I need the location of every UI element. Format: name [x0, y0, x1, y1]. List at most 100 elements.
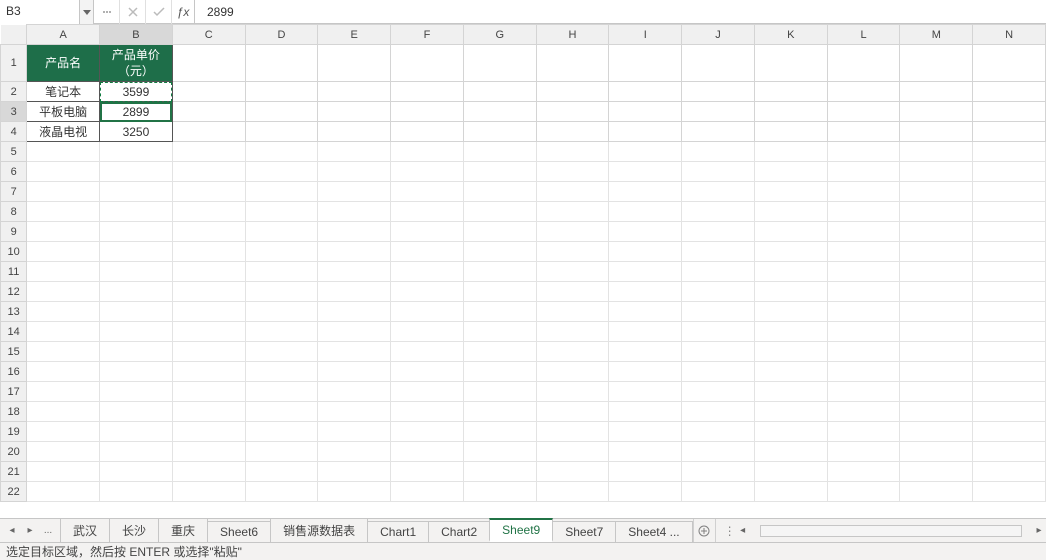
cell-L9[interactable] [827, 222, 900, 242]
cell-E12[interactable] [318, 282, 391, 302]
cell-H19[interactable] [536, 422, 609, 442]
cell-K19[interactable] [754, 422, 827, 442]
cell-E16[interactable] [318, 362, 391, 382]
cell-A5[interactable] [27, 142, 100, 162]
cell-A2[interactable]: 笔记本 [27, 82, 100, 102]
cell-B18[interactable] [100, 402, 173, 422]
cell-N12[interactable] [973, 282, 1046, 302]
cell-G17[interactable] [463, 382, 536, 402]
cell-J15[interactable] [682, 342, 755, 362]
cell-B19[interactable] [100, 422, 173, 442]
cell-G7[interactable] [463, 182, 536, 202]
row-header-20[interactable]: 20 [1, 442, 27, 462]
cell-D10[interactable] [245, 242, 318, 262]
cell-M8[interactable] [900, 202, 973, 222]
cell-A7[interactable] [27, 182, 100, 202]
col-header-I[interactable]: I [609, 25, 682, 45]
cell-L20[interactable] [827, 442, 900, 462]
cell-G12[interactable] [463, 282, 536, 302]
cell-F10[interactable] [391, 242, 464, 262]
cell-D1[interactable] [245, 45, 318, 82]
sheet-tab-Sheet6[interactable]: Sheet6 [207, 521, 271, 542]
cell-E3[interactable] [318, 102, 391, 122]
cell-N17[interactable] [973, 382, 1046, 402]
cell-K21[interactable] [754, 462, 827, 482]
cell-I15[interactable] [609, 342, 682, 362]
cell-E22[interactable] [318, 482, 391, 502]
cell-I21[interactable] [609, 462, 682, 482]
cell-H9[interactable] [536, 222, 609, 242]
cell-D15[interactable] [245, 342, 318, 362]
cell-B5[interactable] [100, 142, 173, 162]
row-header-22[interactable]: 22 [1, 482, 27, 502]
cell-A18[interactable] [27, 402, 100, 422]
col-header-K[interactable]: K [754, 25, 827, 45]
cell-L19[interactable] [827, 422, 900, 442]
cell-E9[interactable] [318, 222, 391, 242]
cell-A14[interactable] [27, 322, 100, 342]
sheet-tab-Sheet9[interactable]: Sheet9 [489, 518, 553, 542]
cell-G13[interactable] [463, 302, 536, 322]
row-header-15[interactable]: 15 [1, 342, 27, 362]
cell-B16[interactable] [100, 362, 173, 382]
sheet-tab-销售源数据表[interactable]: 销售源数据表 [270, 518, 368, 542]
cell-L8[interactable] [827, 202, 900, 222]
cell-F3[interactable] [391, 102, 464, 122]
cell-F11[interactable] [391, 262, 464, 282]
cell-A1[interactable]: 产品名 [27, 45, 100, 82]
cell-N14[interactable] [973, 322, 1046, 342]
cell-G14[interactable] [463, 322, 536, 342]
cell-F21[interactable] [391, 462, 464, 482]
cell-C18[interactable] [172, 402, 245, 422]
sheet-tab-重庆[interactable]: 重庆 [158, 518, 208, 542]
cell-I4[interactable] [609, 122, 682, 142]
cell-F13[interactable] [391, 302, 464, 322]
cell-J2[interactable] [682, 82, 755, 102]
cell-A22[interactable] [27, 482, 100, 502]
cell-D12[interactable] [245, 282, 318, 302]
cell-F22[interactable] [391, 482, 464, 502]
cell-K18[interactable] [754, 402, 827, 422]
cell-I2[interactable] [609, 82, 682, 102]
cell-B6[interactable] [100, 162, 173, 182]
cell-J12[interactable] [682, 282, 755, 302]
cell-H10[interactable] [536, 242, 609, 262]
cell-I22[interactable] [609, 482, 682, 502]
cell-M20[interactable] [900, 442, 973, 462]
cell-E21[interactable] [318, 462, 391, 482]
cell-N22[interactable] [973, 482, 1046, 502]
row-header-13[interactable]: 13 [1, 302, 27, 322]
cell-F19[interactable] [391, 422, 464, 442]
cell-C6[interactable] [172, 162, 245, 182]
cell-C3[interactable] [172, 102, 245, 122]
cell-M19[interactable] [900, 422, 973, 442]
cell-B7[interactable] [100, 182, 173, 202]
cell-H21[interactable] [536, 462, 609, 482]
cell-A8[interactable] [27, 202, 100, 222]
cell-C17[interactable] [172, 382, 245, 402]
cell-N5[interactable] [973, 142, 1046, 162]
cell-N7[interactable] [973, 182, 1046, 202]
insert-function-button[interactable]: ƒx [172, 0, 194, 24]
cell-M13[interactable] [900, 302, 973, 322]
cell-M21[interactable] [900, 462, 973, 482]
col-header-A[interactable]: A [27, 25, 100, 45]
cell-L11[interactable] [827, 262, 900, 282]
cell-N2[interactable] [973, 82, 1046, 102]
cell-A13[interactable] [27, 302, 100, 322]
cell-K13[interactable] [754, 302, 827, 322]
tab-nav-overflow[interactable]: ... [40, 525, 56, 536]
cell-H3[interactable] [536, 102, 609, 122]
cell-F8[interactable] [391, 202, 464, 222]
cell-C16[interactable] [172, 362, 245, 382]
cell-K1[interactable] [754, 45, 827, 82]
cell-D19[interactable] [245, 422, 318, 442]
cell-I14[interactable] [609, 322, 682, 342]
row-header-14[interactable]: 14 [1, 322, 27, 342]
cell-I11[interactable] [609, 262, 682, 282]
cell-H5[interactable] [536, 142, 609, 162]
cell-I19[interactable] [609, 422, 682, 442]
cell-N8[interactable] [973, 202, 1046, 222]
cell-M22[interactable] [900, 482, 973, 502]
cell-E1[interactable] [318, 45, 391, 82]
